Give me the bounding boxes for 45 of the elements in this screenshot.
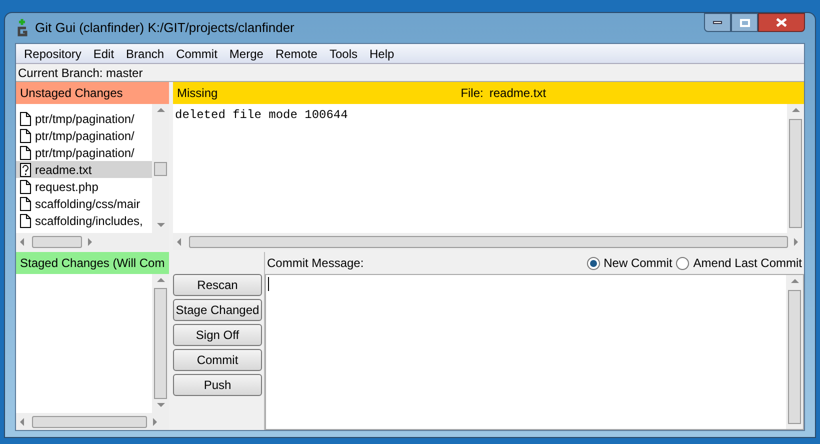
menu-item[interactable]: Edit <box>87 44 120 62</box>
git-logo-icon <box>15 19 29 37</box>
action-button[interactable]: Rescan <box>173 274 262 296</box>
close-button[interactable] <box>758 13 805 32</box>
file-icon <box>20 196 31 210</box>
unstaged-header: Unstaged Changes <box>16 82 169 104</box>
radio-label[interactable]: Amend Last Commit <box>693 254 802 272</box>
file-row[interactable]: scaffolding/includes, <box>16 212 152 229</box>
menu-item[interactable]: Help <box>363 44 400 62</box>
commit-message-label: Commit Message: <box>267 255 364 272</box>
file-icon <box>20 146 31 160</box>
menu-item[interactable]: Commit <box>170 44 224 62</box>
window-title: Git Gui (clanfinder) K:/GIT/projects/clanfinder <box>35 19 294 38</box>
file-icon <box>20 128 31 142</box>
radio-label[interactable]: New Commit <box>604 254 672 272</box>
menu-item[interactable]: Repository <box>18 44 88 62</box>
file-row[interactable]: scaffolding/css/mair <box>16 195 152 212</box>
action-button[interactable]: Commit <box>173 349 262 371</box>
minimize-button[interactable] <box>704 13 731 32</box>
file-row[interactable]: readme.txt <box>16 161 152 178</box>
action-button[interactable]: Stage Changed <box>173 299 262 321</box>
file-row[interactable]: ptr/tmp/pagination/ <box>16 127 152 144</box>
close-icon <box>776 18 787 27</box>
staged-header: Staged Changes (Will Com <box>16 252 169 274</box>
diff-status: Missing <box>177 85 218 102</box>
file-name: readme.txt <box>489 85 546 102</box>
diff-line: deleted file mode 100644 <box>175 107 349 124</box>
action-button[interactable]: Sign Off <box>173 324 262 346</box>
menu-item[interactable]: Tools <box>323 44 364 62</box>
file-row[interactable]: ptr/tmp/pagination/ <box>16 144 152 161</box>
menu-item[interactable]: Merge <box>223 44 270 62</box>
radio-button[interactable] <box>586 256 600 270</box>
radio-button[interactable] <box>676 256 690 270</box>
maximize-button[interactable] <box>731 13 758 32</box>
file-icon <box>20 112 31 126</box>
question-file-icon <box>20 162 31 176</box>
file-icon <box>20 214 31 228</box>
action-button[interactable]: Push <box>173 374 262 396</box>
file-row[interactable]: ptr/tmp/pagination/ <box>16 110 152 127</box>
file-icon <box>20 180 31 194</box>
scrollbar-thumb[interactable] <box>154 162 167 176</box>
file-row[interactable]: request.php <box>16 178 152 195</box>
menu-item[interactable]: Remote <box>269 44 324 62</box>
menu-item[interactable]: Branch <box>120 44 170 62</box>
file-label: File: <box>460 85 484 102</box>
